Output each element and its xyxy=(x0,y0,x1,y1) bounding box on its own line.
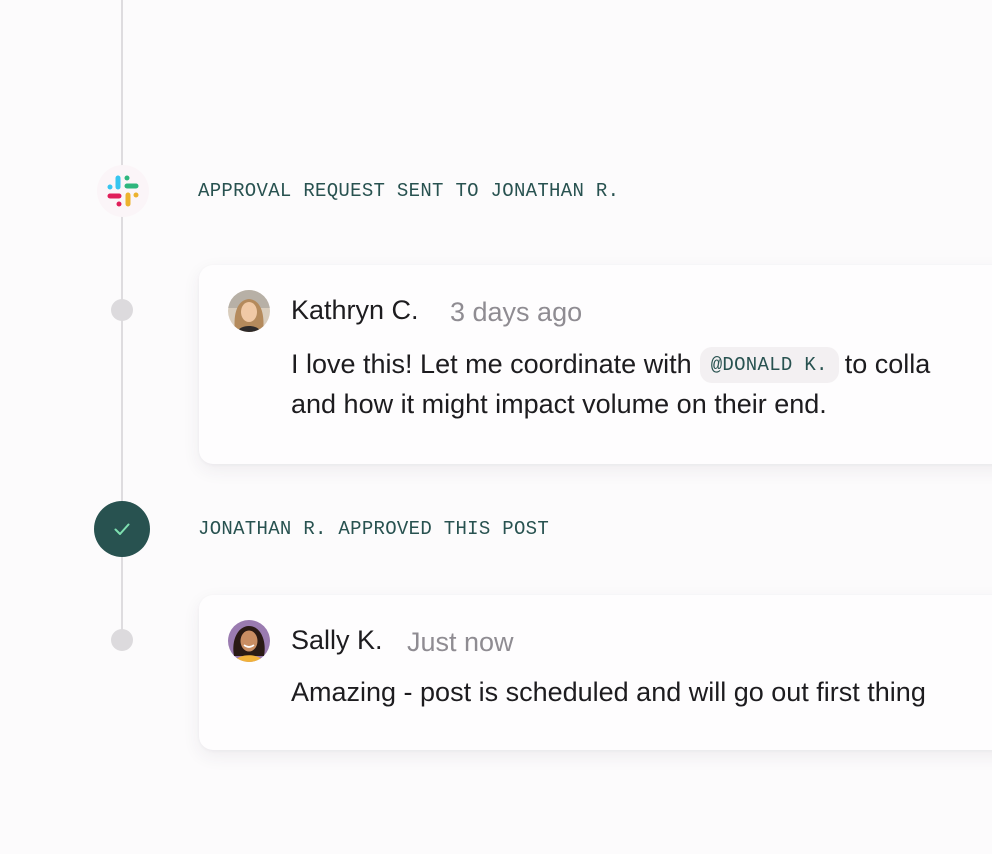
comment-card: Sally K. Just now Amazing - post is sche… xyxy=(199,595,992,750)
timeline-dot xyxy=(111,629,133,651)
timeline-dot xyxy=(111,299,133,321)
slack-icon xyxy=(97,165,149,217)
comment-text: Amazing - post is scheduled and will go … xyxy=(291,677,926,707)
comment-card: Kathryn C. 3 days ago I love this! Let m… xyxy=(199,265,992,464)
comment-timestamp: 3 days ago xyxy=(450,297,583,327)
comment-text-after-mention: to colla xyxy=(844,349,931,379)
avatar xyxy=(228,290,270,332)
event-label-approval-request: APPROVAL REQUEST SENT TO JONATHAN R. xyxy=(198,180,620,202)
comment-text-line-2: and how it might impact volume on their … xyxy=(291,389,827,419)
avatar xyxy=(228,620,270,662)
comment-author: Kathryn C. xyxy=(291,295,419,325)
slack-logo xyxy=(107,175,139,207)
comment-text-before-mention: I love this! Let me coordinate with xyxy=(291,349,692,379)
event-label-approved: JONATHAN R. APPROVED THIS POST xyxy=(198,518,550,540)
comment-timestamp: Just now xyxy=(407,627,514,657)
comment-author: Sally K. xyxy=(291,625,383,655)
activity-timeline: APPROVAL REQUEST SENT TO JONATHAN R. Kat… xyxy=(0,0,992,854)
check-icon xyxy=(94,501,150,557)
mention-tag[interactable]: @DONALD K. xyxy=(699,347,839,383)
comment-text-line-1: I love this! Let me coordinate with @DONA… xyxy=(291,347,930,383)
